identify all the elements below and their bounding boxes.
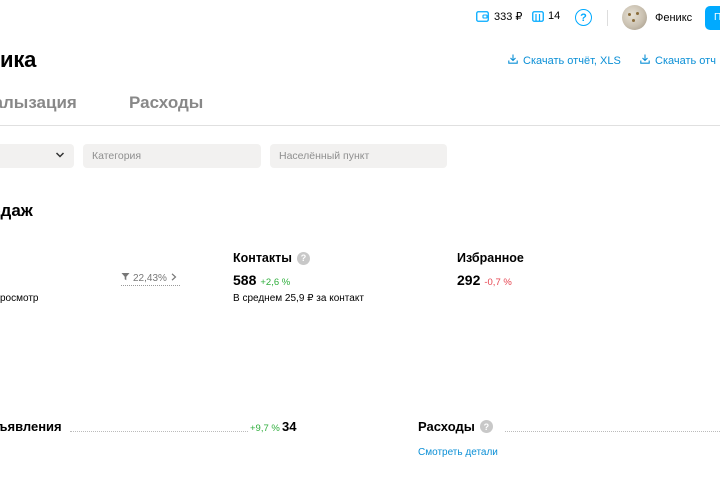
- username[interactable]: Феникс: [655, 12, 692, 24]
- expenses-dotted-leader: [505, 431, 720, 432]
- chevron-down-icon: [55, 150, 65, 163]
- avatar[interactable]: [622, 5, 647, 30]
- help-icon[interactable]: ?: [296, 251, 310, 265]
- contacts-label-text: Контакты: [233, 251, 292, 265]
- city-input[interactable]: Населённый пункт: [270, 144, 447, 168]
- placements-counter[interactable]: 14: [532, 10, 560, 22]
- help-icon[interactable]: ?: [575, 9, 592, 26]
- placements-count: 14: [548, 10, 561, 22]
- tab-detail[interactable]: еталызация: [0, 93, 77, 113]
- views-subtitle: росмотр: [0, 293, 39, 304]
- top-bar: 333 ₽ 14 ? Феникс П: [0, 0, 720, 36]
- wallet-balance[interactable]: 333 ₽: [476, 10, 522, 23]
- view-details-link[interactable]: Смотреть детали: [418, 447, 498, 458]
- contacts-label: Контакты ?: [233, 251, 310, 265]
- favorites-delta: -0,7 %: [484, 277, 512, 288]
- conversion-funnel-link[interactable]: 22,43%: [121, 272, 180, 286]
- post-ad-button[interactable]: П: [705, 6, 720, 30]
- expenses-label-text: Расходы: [418, 419, 475, 434]
- ads-row-label: ъявления: [0, 419, 62, 434]
- ads-delta: +9,7 %: [250, 423, 280, 434]
- wallet-icon: [476, 11, 494, 22]
- sales-section-title: родаж: [0, 201, 33, 220]
- help-icon[interactable]: ?: [479, 420, 493, 433]
- favorites-label: Избранное: [457, 251, 524, 265]
- contacts-metric: 588 +2,6 %: [233, 272, 290, 288]
- divider: [607, 10, 608, 26]
- download-xls-label: Скачать отчёт, XLS: [523, 54, 621, 67]
- download-report-link[interactable]: Скачать отч: [640, 54, 716, 67]
- balance-amount: 333 ₽: [494, 11, 523, 23]
- download-icon: [640, 54, 655, 67]
- ads-value: 34: [282, 419, 297, 434]
- contacts-delta: +2,6 %: [260, 277, 291, 288]
- download-report-label: Скачать отч: [655, 54, 716, 67]
- chevron-right-icon: [171, 272, 180, 284]
- page-title: ика: [0, 47, 37, 72]
- funnel-icon: [121, 272, 133, 284]
- conversion-value: 22,43%: [133, 272, 167, 284]
- contacts-average: В среднем 25,9 ₽ за контакт: [233, 293, 364, 304]
- favorites-metric: 292 -0,7 %: [457, 272, 512, 288]
- tab-expenses[interactable]: Расходы: [129, 93, 203, 113]
- download-icon: [508, 54, 523, 67]
- ads-dotted-leader: [70, 431, 248, 432]
- ads-icon: [532, 10, 548, 22]
- favorites-value: 292: [457, 272, 481, 288]
- period-select[interactable]: [0, 144, 74, 168]
- category-input[interactable]: Категория: [83, 144, 261, 168]
- download-xls-link[interactable]: Скачать отчёт, XLS: [508, 54, 621, 67]
- contacts-value: 588: [233, 272, 257, 288]
- tabs-divider: [0, 125, 720, 126]
- expenses-label: Расходы ?: [418, 419, 493, 434]
